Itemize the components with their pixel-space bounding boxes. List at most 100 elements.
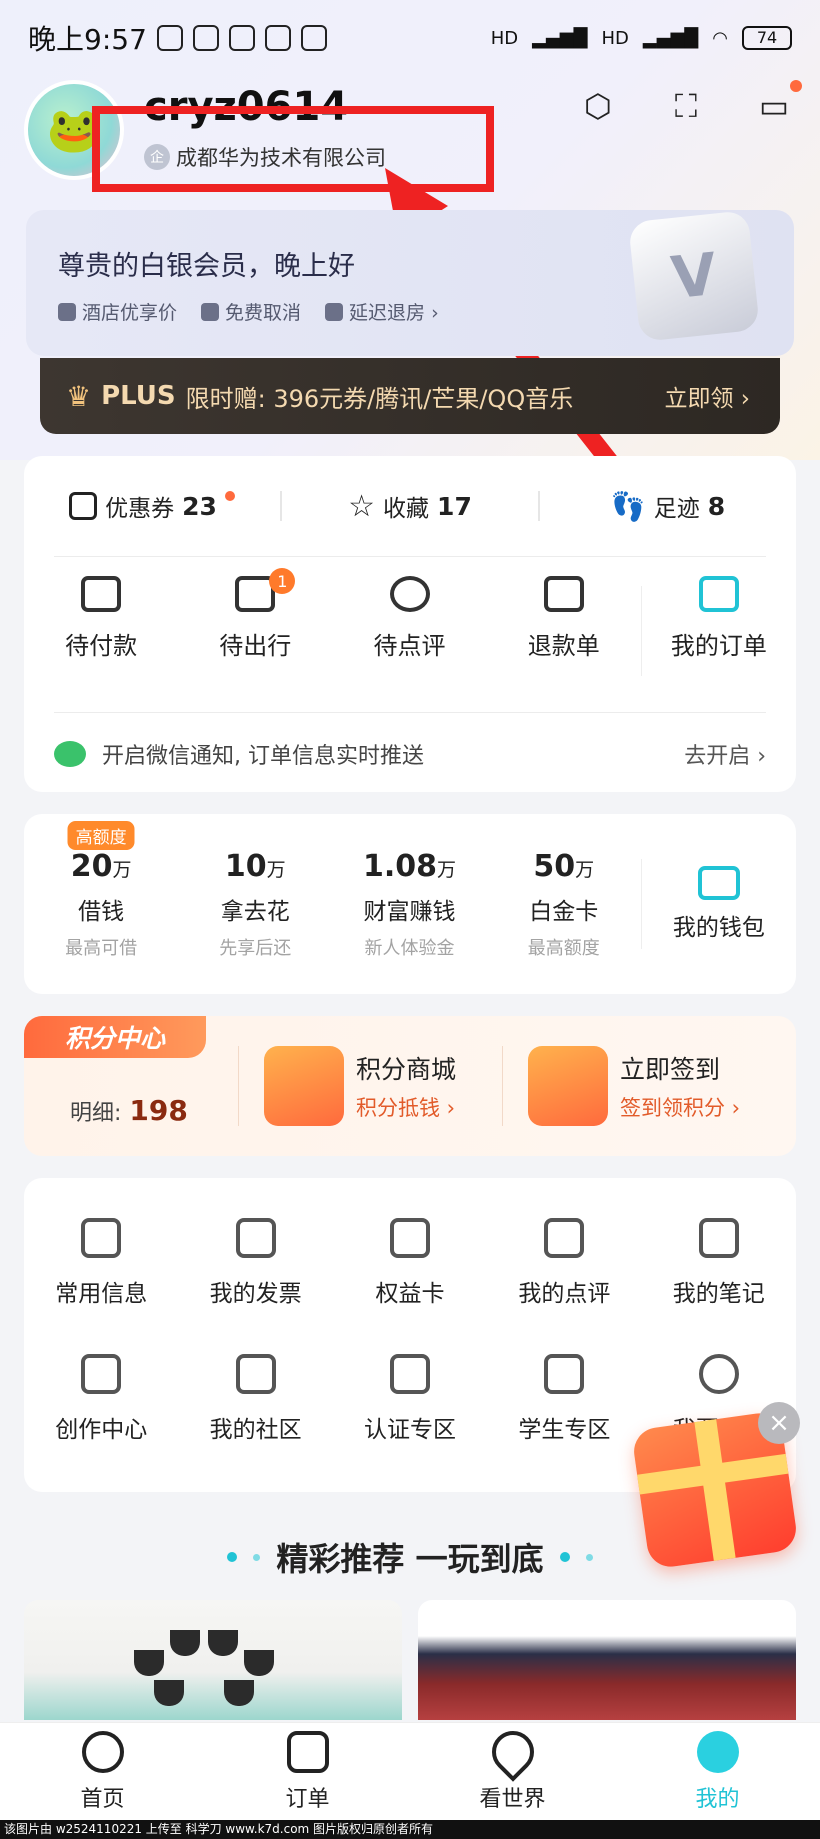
finance-card: 高额度 20万 借钱 最高可借 10万 拿去花 先享后还 1.08万 财富赚钱 … (24, 814, 796, 994)
bottom-tab-bar: 首页 订单 看世界 我的 (0, 1721, 820, 1820)
count-badge: 1 (269, 568, 296, 594)
service-verification[interactable]: 认证专区 (333, 1354, 487, 1490)
message-icon[interactable]: ▭ (752, 80, 802, 128)
service-label: 我的笔记 (672, 1281, 765, 1307)
comment-heart-icon (389, 576, 430, 612)
stat-coupons[interactable]: 优惠券 23 (24, 489, 280, 523)
my-wallet[interactable]: 我的钱包 (642, 866, 796, 942)
tag-icon (58, 302, 76, 321)
community-icon (235, 1354, 276, 1394)
points-detail[interactable]: 明细: 198 (70, 1094, 188, 1127)
service-invoices[interactable]: 我的发票 (178, 1218, 332, 1354)
service-my-notes[interactable]: 我的笔记 (642, 1218, 796, 1354)
graduation-cap-icon (544, 1354, 585, 1394)
points-detail-label: 明细: (70, 1101, 122, 1126)
calendar-checkin-icon (528, 1046, 608, 1126)
orders-card: 优惠券 23 ☆ 收藏 17 👣 足迹 8 待付款 1 待出行 待点评 退款单 … (24, 456, 796, 792)
order-pending-review[interactable]: 待点评 (332, 576, 486, 686)
service-label: 我的社区 (209, 1417, 302, 1443)
plus-promo-text: 限时赠: 396元券/腾讯/芒果/QQ音乐 (185, 384, 574, 413)
divider (54, 712, 766, 713)
service-my-community[interactable]: 我的社区 (178, 1354, 332, 1490)
order-label: 退款单 (527, 632, 600, 660)
wallet-icon (697, 866, 740, 900)
tab-home[interactable]: 首页 (0, 1723, 205, 1820)
service-common-info[interactable]: 常用信息 (24, 1218, 178, 1354)
note-pen-icon (698, 1218, 739, 1258)
tab-label: 我的 (695, 1786, 740, 1812)
service-creator-center[interactable]: 创作中心 (24, 1354, 178, 1490)
recommend-title-text: 精彩推荐 一玩到底 (276, 1540, 544, 1578)
daily-checkin[interactable]: 立即签到 签到领积分 › (528, 1046, 740, 1126)
service-student-zone[interactable]: 学生专区 (487, 1354, 641, 1490)
my-orders[interactable]: 我的订单 (642, 576, 796, 686)
close-icon[interactable]: × (758, 1402, 800, 1444)
decor-dot (585, 1553, 593, 1561)
points-center-title: 积分中心 (24, 1016, 206, 1058)
finance-item-loan[interactable]: 高额度 20万 借钱 最高可借 (24, 820, 178, 960)
id-card-icon (81, 1218, 122, 1258)
points-mall-title: 积分商城 (356, 1055, 457, 1084)
finance-item-wealth[interactable]: 1.08万 财富赚钱 新人体验金 (332, 849, 486, 960)
finance-name: 财富赚钱 (363, 898, 456, 925)
decor-dot (559, 1552, 570, 1562)
wifi-icon: ◠ (712, 27, 728, 49)
points-mall[interactable]: 积分商城 积分抵钱 › (264, 1046, 456, 1126)
status-bar: 晚上9:57 HD ▂▄▆█ HD ▂▄▆█ ◠ 74 (28, 18, 792, 58)
invoice-icon (235, 1218, 276, 1258)
service-benefit-card[interactable]: 权益卡 (333, 1218, 487, 1354)
order-pending-payment[interactable]: 待付款 (24, 576, 178, 686)
member-card[interactable]: 尊贵的白银会员，晚上好 酒店优享价 免费取消 延迟退房 › V (26, 210, 794, 356)
coupon-icon (69, 492, 98, 520)
tab-explore[interactable]: 看世界 (410, 1721, 615, 1820)
member-greeting: 尊贵的白银会员，晚上好 (58, 251, 355, 282)
order-label: 我的订单 (670, 632, 767, 660)
finance-amount: 50 (533, 848, 576, 884)
finance-unit: 万 (266, 858, 286, 881)
settings-hexagon-icon[interactable]: ⬡ (576, 84, 620, 128)
stat-footprints[interactable]: 👣 足迹 8 (540, 489, 796, 523)
recommend-card-building[interactable] (418, 1600, 796, 1720)
plus-promo-banner[interactable]: ♛ PLUS 限时赠: 396元券/腾讯/芒果/QQ音乐 立即领 › (40, 358, 780, 434)
alarm-icon (156, 25, 183, 51)
service-my-reviews[interactable]: 我的点评 (487, 1218, 641, 1354)
order-refunds[interactable]: 退款单 (487, 576, 641, 686)
order-pending-travel[interactable]: 1 待出行 (178, 568, 332, 686)
qq-icon (264, 25, 291, 51)
finance-item-platinum-card[interactable]: 50万 白金卡 最高额度 (487, 849, 641, 960)
tab-mine[interactable]: 我的 (615, 1723, 820, 1820)
plus-claim-button[interactable]: 立即领 › (664, 379, 750, 413)
order-doc-icon (698, 576, 739, 612)
cancel-doc-icon (201, 302, 220, 321)
scan-icon[interactable]: ⛶ (664, 84, 708, 128)
checkin-title: 立即签到 (620, 1055, 721, 1084)
enable-wechat-button[interactable]: 去开启 › (684, 738, 766, 770)
wallet-card-icon (81, 576, 122, 612)
decor-dot (253, 1553, 261, 1561)
perk-free-cancel: 免费取消 (201, 298, 301, 325)
recommend-section-title: 精彩推荐 一玩到底 (0, 1534, 820, 1580)
annotation-highlight-box (92, 106, 494, 192)
finance-amount: 20 (70, 848, 113, 884)
finance-sub: 新人体验金 (364, 937, 455, 959)
checkin-sub: 签到领积分 › (620, 1096, 741, 1120)
member-perks[interactable]: 酒店优享价 免费取消 延迟退房 › (58, 298, 439, 325)
service-label: 认证专区 (363, 1417, 456, 1443)
tab-orders[interactable]: 订单 (205, 1723, 410, 1820)
stat-favorites[interactable]: ☆ 收藏 17 (282, 489, 538, 524)
crown-icon: ♛ (66, 379, 92, 413)
service-label: 权益卡 (375, 1281, 445, 1307)
notification-dot (224, 491, 235, 501)
shopping-bag-icon (264, 1046, 344, 1126)
silver-member-badge-icon: V (628, 210, 760, 342)
signal-bars-icon: ▂▄▆█ (642, 27, 699, 49)
service-label: 常用信息 (55, 1281, 148, 1307)
stats-row: 优惠券 23 ☆ 收藏 17 👣 足迹 8 (24, 456, 796, 556)
divider (238, 1046, 239, 1126)
finance-unit: 万 (575, 858, 595, 881)
divider (502, 1046, 503, 1126)
recommend-card-lamp[interactable] (24, 1600, 402, 1720)
header-actions: ⬡ ⛶ ▭ (576, 80, 802, 128)
profile-smile-icon (696, 1730, 739, 1773)
finance-item-paylater[interactable]: 10万 拿去花 先享后还 (178, 849, 332, 960)
